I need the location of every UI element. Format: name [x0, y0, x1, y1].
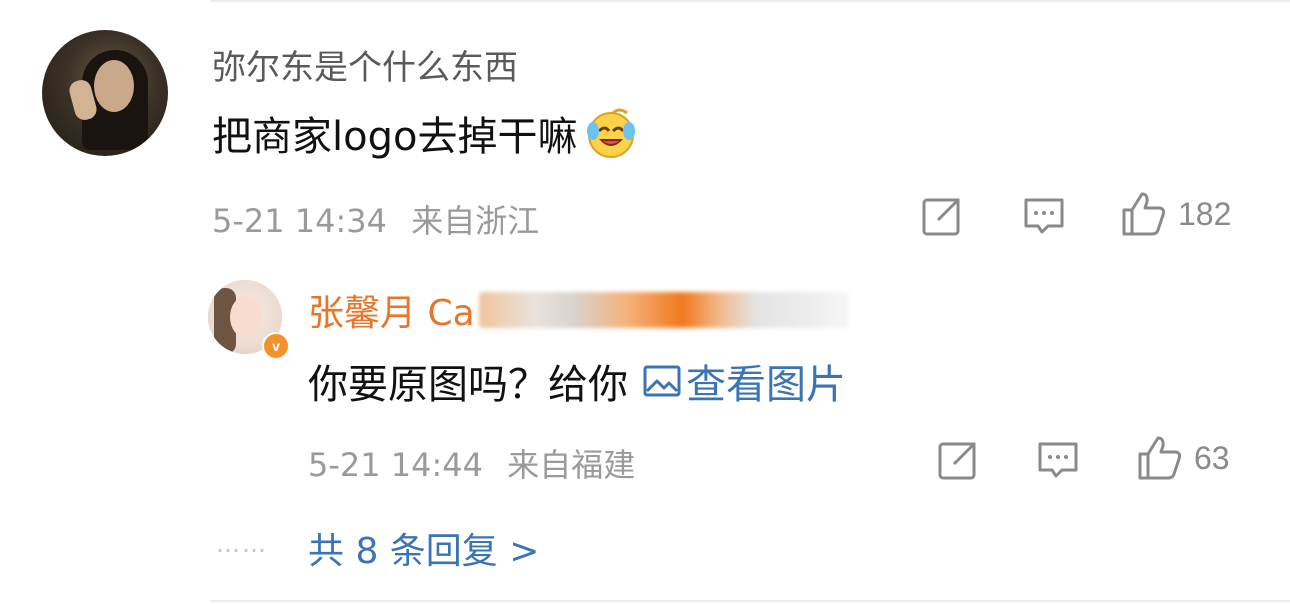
blurred-name-region — [478, 292, 849, 328]
comment-icon — [1024, 198, 1064, 234]
comment-date: 5-21 14:34 — [212, 202, 388, 240]
share-icon — [922, 198, 960, 236]
comment-location: 来自浙江 — [411, 202, 540, 240]
commenter-username[interactable]: 弥尔东是个什么东西 — [212, 40, 518, 89]
reply-date: 5-21 14:44 — [308, 446, 484, 484]
comment-thread: 弥尔东是个什么东西 把商家logo去掉干嘛 5-21 14:34 来自浙江 18… — [0, 0, 1290, 604]
thumbs-up-icon — [1122, 192, 1166, 236]
comment-body: 把商家logo去掉干嘛 — [212, 104, 639, 162]
like-button[interactable]: 182 — [1120, 190, 1231, 238]
reply-like-button[interactable]: 63 — [1136, 434, 1230, 482]
like-count: 182 — [1178, 195, 1232, 232]
top-divider — [210, 0, 1290, 2]
replier-username-text: 张馨月 Ca — [308, 293, 475, 334]
bottom-divider — [210, 600, 1290, 602]
reply-button[interactable] — [1022, 194, 1066, 238]
reply-text: 你要原图吗？给你 — [308, 362, 628, 408]
replier-username[interactable]: 张馨月 Ca — [308, 284, 849, 336]
reply-comment-button[interactable] — [1036, 438, 1080, 482]
thumbs-up-icon — [1138, 436, 1182, 480]
comment-meta: 5-21 14:34 来自浙江 — [212, 196, 539, 242]
comment-icon — [1038, 442, 1078, 478]
replier-avatar[interactable]: v — [208, 280, 290, 360]
reply-like-count: 63 — [1194, 439, 1230, 476]
share-button[interactable] — [920, 194, 964, 238]
view-image-label: 查看图片 — [686, 362, 846, 408]
commenter-avatar[interactable] — [42, 30, 168, 156]
share-icon — [938, 442, 976, 480]
verified-badge: v — [262, 332, 290, 360]
reply-share-button[interactable] — [936, 438, 980, 482]
reply-location: 来自福建 — [507, 446, 636, 484]
more-dots: …… — [216, 530, 268, 558]
laughing-crying-emoji-icon — [583, 105, 639, 161]
comment-text: 把商家logo去掉干嘛 — [212, 114, 578, 160]
more-replies-link[interactable]: 共 8 条回复 > — [308, 522, 539, 574]
view-image-link[interactable]: 查看图片 — [642, 352, 846, 410]
reply-meta: 5-21 14:44 来自福建 — [308, 440, 635, 486]
reply-body: 你要原图吗？给你 查看图片 — [308, 352, 846, 410]
image-icon — [643, 365, 681, 397]
